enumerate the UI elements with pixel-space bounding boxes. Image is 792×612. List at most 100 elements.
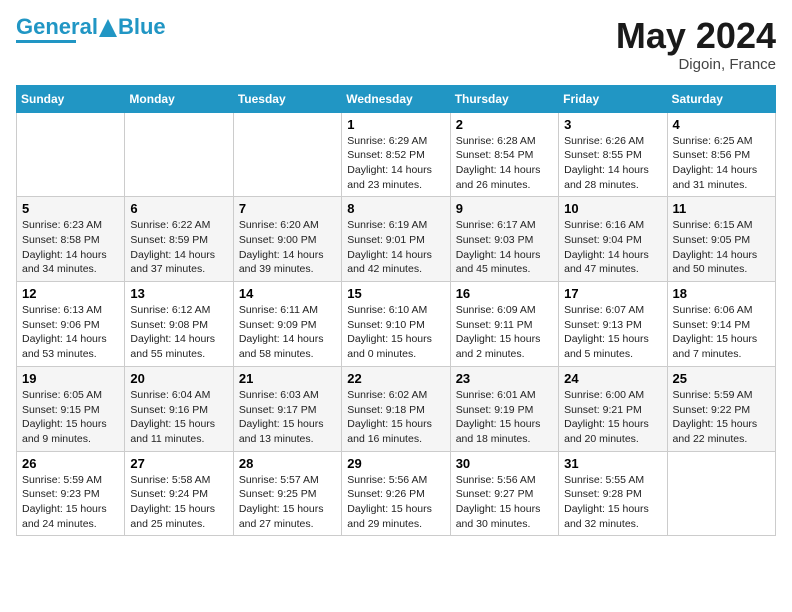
day-content: Sunrise: 6:13 AMSunset: 9:06 PMDaylight:…: [22, 303, 119, 362]
day-number: 14: [239, 286, 336, 301]
day-number: 6: [130, 201, 227, 216]
table-row: 22 Sunrise: 6:02 AMSunset: 9:18 PMDayligh…: [342, 366, 450, 451]
table-row: 27 Sunrise: 5:58 AMSunset: 9:24 PMDayligh…: [125, 451, 233, 536]
table-row: [233, 112, 341, 197]
day-content: Sunrise: 6:25 AMSunset: 8:56 PMDaylight:…: [673, 134, 770, 193]
calendar-week-row: 1 Sunrise: 6:29 AMSunset: 8:52 PMDaylight…: [17, 112, 776, 197]
table-row: 10Sunrise: 6:16 AMSunset: 9:04 PMDayligh…: [559, 197, 667, 282]
day-number: 26: [22, 456, 119, 471]
day-content: Sunrise: 6:04 AMSunset: 9:16 PMDaylight:…: [130, 388, 227, 447]
day-number: 12: [22, 286, 119, 301]
table-row: 31Sunrise: 5:55 AMSunset: 9:28 PMDayligh…: [559, 451, 667, 536]
day-content: Sunrise: 6:29 AMSunset: 8:52 PMDaylight:…: [347, 134, 444, 193]
day-number: 27: [130, 456, 227, 471]
day-number: 5: [22, 201, 119, 216]
table-row: 19 Sunrise: 6:05 AMSunset: 9:15 PMDayligh…: [17, 366, 125, 451]
day-number: 23: [456, 371, 553, 386]
calendar-week-row: 19 Sunrise: 6:05 AMSunset: 9:15 PMDayligh…: [17, 366, 776, 451]
day-content: Sunrise: 6:00 AMSunset: 9:21 PMDaylight:…: [564, 388, 661, 447]
table-row: 4Sunrise: 6:25 AMSunset: 8:56 PMDaylight…: [667, 112, 775, 197]
day-number: 31: [564, 456, 661, 471]
col-saturday: Saturday: [667, 85, 775, 112]
day-number: 20: [130, 371, 227, 386]
day-number: 1: [347, 117, 444, 132]
table-row: 3Sunrise: 6:26 AMSunset: 8:55 PMDaylight…: [559, 112, 667, 197]
day-content: Sunrise: 6:10 AMSunset: 9:10 PMDaylight:…: [347, 303, 444, 362]
day-number: 21: [239, 371, 336, 386]
day-content: Sunrise: 6:20 AMSunset: 9:00 PMDaylight:…: [239, 218, 336, 277]
table-row: 12 Sunrise: 6:13 AMSunset: 9:06 PMDayligh…: [17, 282, 125, 367]
day-content: Sunrise: 6:17 AMSunset: 9:03 PMDaylight:…: [456, 218, 553, 277]
day-number: 25: [673, 371, 770, 386]
col-tuesday: Tuesday: [233, 85, 341, 112]
day-number: 11: [673, 201, 770, 216]
day-content: Sunrise: 6:12 AMSunset: 9:08 PMDaylight:…: [130, 303, 227, 362]
day-number: 9: [456, 201, 553, 216]
day-content: Sunrise: 6:23 AMSunset: 8:58 PMDaylight:…: [22, 218, 119, 277]
logo-text: General Blue: [16, 16, 166, 38]
logo-underline: [16, 40, 76, 43]
table-row: 7Sunrise: 6:20 AMSunset: 9:00 PMDaylight…: [233, 197, 341, 282]
day-number: 28: [239, 456, 336, 471]
day-content: Sunrise: 6:09 AMSunset: 9:11 PMDaylight:…: [456, 303, 553, 362]
table-row: 8Sunrise: 6:19 AMSunset: 9:01 PMDaylight…: [342, 197, 450, 282]
day-content: Sunrise: 6:05 AMSunset: 9:15 PMDaylight:…: [22, 388, 119, 447]
logo-icon: [99, 19, 117, 41]
table-row: 18Sunrise: 6:06 AMSunset: 9:14 PMDayligh…: [667, 282, 775, 367]
day-content: Sunrise: 6:11 AMSunset: 9:09 PMDaylight:…: [239, 303, 336, 362]
day-number: 24: [564, 371, 661, 386]
table-row: [17, 112, 125, 197]
table-row: 16 Sunrise: 6:09 AMSunset: 9:11 PMDayligh…: [450, 282, 558, 367]
title-area: May 2024 Digoin, France: [616, 16, 776, 73]
table-row: 17Sunrise: 6:07 AMSunset: 9:13 PMDayligh…: [559, 282, 667, 367]
col-friday: Friday: [559, 85, 667, 112]
day-number: 19: [22, 371, 119, 386]
table-row: 6Sunrise: 6:22 AMSunset: 8:59 PMDaylight…: [125, 197, 233, 282]
location-label: Digoin, France: [616, 56, 776, 73]
day-content: Sunrise: 5:56 AMSunset: 9:27 PMDaylight:…: [456, 473, 553, 532]
calendar-table: Sunday Monday Tuesday Wednesday Thursday…: [16, 85, 776, 537]
day-number: 16: [456, 286, 553, 301]
day-number: 2: [456, 117, 553, 132]
col-monday: Monday: [125, 85, 233, 112]
table-row: 20 Sunrise: 6:04 AMSunset: 9:16 PMDayligh…: [125, 366, 233, 451]
table-row: 2Sunrise: 6:28 AMSunset: 8:54 PMDaylight…: [450, 112, 558, 197]
col-wednesday: Wednesday: [342, 85, 450, 112]
table-row: 1 Sunrise: 6:29 AMSunset: 8:52 PMDaylight…: [342, 112, 450, 197]
calendar-header-row: Sunday Monday Tuesday Wednesday Thursday…: [17, 85, 776, 112]
logo-blue: Blue: [118, 14, 166, 39]
day-content: Sunrise: 6:01 AMSunset: 9:19 PMDaylight:…: [456, 388, 553, 447]
day-number: 30: [456, 456, 553, 471]
col-thursday: Thursday: [450, 85, 558, 112]
table-row: 11 Sunrise: 6:15 AMSunset: 9:05 PMDayligh…: [667, 197, 775, 282]
table-row: 25 Sunrise: 5:59 AMSunset: 9:22 PMDayligh…: [667, 366, 775, 451]
day-content: Sunrise: 6:26 AMSunset: 8:55 PMDaylight:…: [564, 134, 661, 193]
logo: General Blue: [16, 16, 166, 43]
day-number: 17: [564, 286, 661, 301]
month-title: May 2024: [616, 16, 776, 56]
day-number: 13: [130, 286, 227, 301]
day-number: 22: [347, 371, 444, 386]
day-content: Sunrise: 5:57 AMSunset: 9:25 PMDaylight:…: [239, 473, 336, 532]
table-row: 29Sunrise: 5:56 AMSunset: 9:26 PMDayligh…: [342, 451, 450, 536]
table-row: 28 Sunrise: 5:57 AMSunset: 9:25 PMDayligh…: [233, 451, 341, 536]
day-content: Sunrise: 6:15 AMSunset: 9:05 PMDaylight:…: [673, 218, 770, 277]
table-row: 14 Sunrise: 6:11 AMSunset: 9:09 PMDayligh…: [233, 282, 341, 367]
day-content: Sunrise: 5:56 AMSunset: 9:26 PMDaylight:…: [347, 473, 444, 532]
table-row: 30 Sunrise: 5:56 AMSunset: 9:27 PMDayligh…: [450, 451, 558, 536]
page-header: General Blue May 2024 Digoin, France: [16, 16, 776, 73]
day-content: Sunrise: 6:19 AMSunset: 9:01 PMDaylight:…: [347, 218, 444, 277]
day-content: Sunrise: 6:16 AMSunset: 9:04 PMDaylight:…: [564, 218, 661, 277]
table-row: 26Sunrise: 5:59 AMSunset: 9:23 PMDayligh…: [17, 451, 125, 536]
calendar-week-row: 5 Sunrise: 6:23 AMSunset: 8:58 PMDaylight…: [17, 197, 776, 282]
table-row: [667, 451, 775, 536]
calendar-week-row: 12 Sunrise: 6:13 AMSunset: 9:06 PMDayligh…: [17, 282, 776, 367]
table-row: 15Sunrise: 6:10 AMSunset: 9:10 PMDayligh…: [342, 282, 450, 367]
day-number: 18: [673, 286, 770, 301]
day-content: Sunrise: 6:02 AMSunset: 9:18 PMDaylight:…: [347, 388, 444, 447]
table-row: 21Sunrise: 6:03 AMSunset: 9:17 PMDayligh…: [233, 366, 341, 451]
table-row: 5 Sunrise: 6:23 AMSunset: 8:58 PMDaylight…: [17, 197, 125, 282]
day-content: Sunrise: 5:59 AMSunset: 9:22 PMDaylight:…: [673, 388, 770, 447]
table-row: 24 Sunrise: 6:00 AMSunset: 9:21 PMDayligh…: [559, 366, 667, 451]
day-content: Sunrise: 5:58 AMSunset: 9:24 PMDaylight:…: [130, 473, 227, 532]
